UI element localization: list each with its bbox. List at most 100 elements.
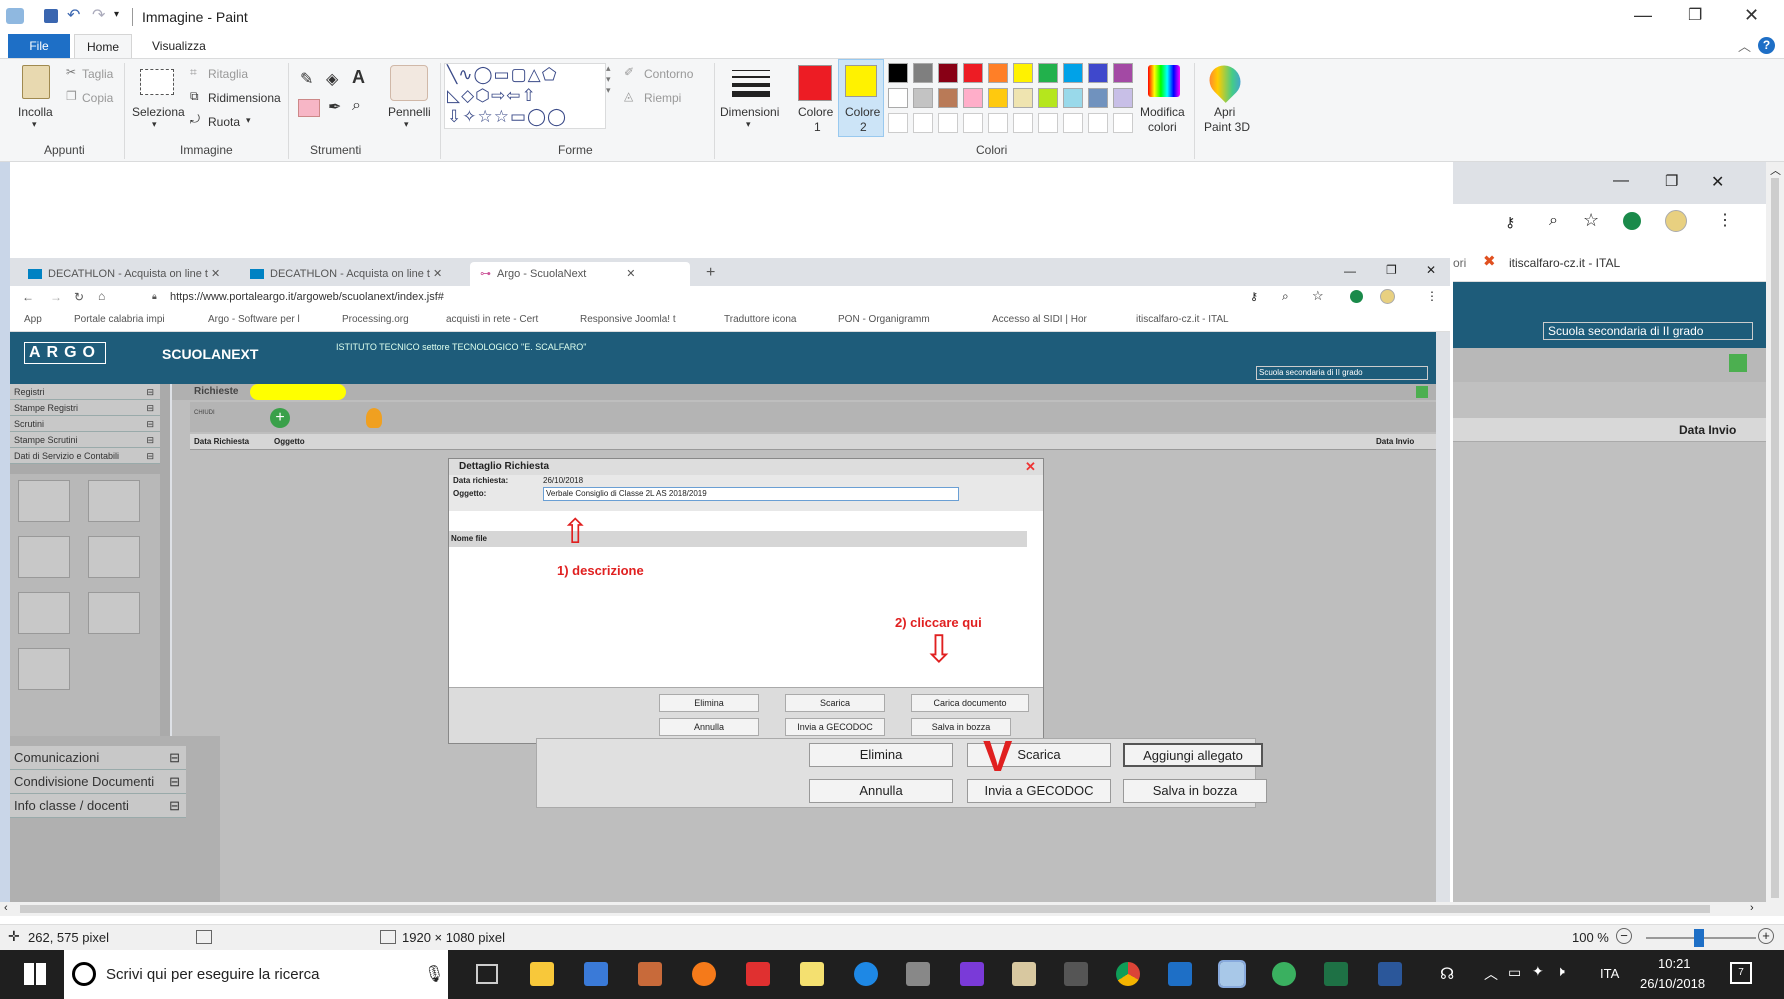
palette-swatch[interactable] [1063,88,1083,108]
paste-dropdown-icon[interactable]: ▾ [32,119,37,130]
palette-custom-swatch[interactable] [913,113,933,133]
clock-date[interactable]: 26/10/2018 [1640,976,1705,991]
edit-colors-icon[interactable] [1148,65,1180,97]
select-dropdown-icon[interactable]: ▾ [152,119,157,130]
copy-button[interactable]: Copia [82,91,113,105]
canvas-image[interactable]: — ❐ ✕ ⚷ ⌕ ☆ ⋮ ori ✖ itiscalfaro-cz.it - … [10,162,1767,902]
horizontal-scroll-thumb[interactable] [20,905,1710,913]
scroll-left-icon[interactable]: ‹ [4,902,8,914]
paint3d-icon[interactable] [1203,59,1247,103]
palette-swatch[interactable] [938,88,958,108]
palette-custom-swatch[interactable] [1013,113,1033,133]
word-icon[interactable] [1378,962,1402,986]
vertical-scroll-thumb[interactable] [1771,178,1779,898]
color-picker-icon[interactable]: ✒ [328,97,341,117]
store-icon[interactable] [584,962,608,986]
palette-swatch[interactable] [1088,88,1108,108]
palette-swatch[interactable] [1113,88,1133,108]
zoom-out-icon[interactable]: − [1616,928,1632,944]
palette-swatch[interactable] [1063,63,1083,83]
redo-icon[interactable]: ↷ [92,5,105,25]
palette-custom-swatch[interactable] [1113,113,1133,133]
eraser-icon[interactable] [298,99,320,117]
restore-button[interactable]: ❐ [1688,5,1702,25]
notepad-icon[interactable] [800,962,824,986]
palette-swatch[interactable] [888,63,908,83]
scroll-right-icon[interactable]: › [1750,902,1754,914]
shapes-scroll-icon[interactable]: ▴ ▾ ▾ [606,63,611,96]
vertical-scrollbar[interactable]: ︿ [1766,162,1784,916]
outline-icon[interactable]: ✐ [624,65,634,79]
palette-swatch[interactable] [913,88,933,108]
magnifier-icon[interactable]: ⌕ [352,97,361,115]
tab-view[interactable]: Visualizza [140,34,218,58]
excel-icon[interactable] [1324,962,1348,986]
tab-file[interactable]: File [8,34,70,58]
network-icon[interactable]: ▭ [1508,964,1521,981]
palette-custom-swatch[interactable] [1038,113,1058,133]
tab-home[interactable]: Home [74,34,133,58]
palette-custom-swatch[interactable] [1063,113,1083,133]
crop-icon[interactable]: ⌗ [190,65,197,80]
select-icon[interactable] [140,69,174,95]
fill-shape-button[interactable]: Riempi [644,91,681,105]
rotate-button[interactable]: Ruota [208,115,240,129]
zoom-in-icon[interactable]: + [1758,928,1774,944]
color1-swatch[interactable] [798,65,832,101]
text-icon[interactable]: A [352,67,365,88]
volume-icon[interactable]: 🕨︎ [1556,963,1565,980]
notifications-icon[interactable]: 7 [1730,962,1752,984]
palette-swatch[interactable] [1038,63,1058,83]
cut-button[interactable]: Taglia [82,67,113,81]
resize-icon[interactable]: ⧉ [190,89,199,104]
paint3d-button[interactable]: Apri [1214,105,1235,119]
app-icon-game[interactable] [638,962,662,986]
help-icon[interactable]: ? [1758,37,1775,54]
palette-swatch[interactable] [913,63,933,83]
tray-up-icon[interactable]: ︿ [1484,964,1498,984]
paint3d-button-line2[interactable]: Paint 3D [1204,120,1250,134]
outline-button[interactable]: Contorno [644,67,693,81]
collapse-ribbon-icon[interactable]: ︿ [1738,36,1751,55]
fill-icon[interactable]: ◈ [326,69,338,89]
edge-icon[interactable] [854,962,878,986]
paste-button[interactable]: Incolla [18,105,53,119]
horizontal-scrollbar[interactable]: ‹ › [0,902,1766,916]
edit-colors-button[interactable]: Modifica [1140,105,1185,119]
save-icon[interactable] [44,9,58,23]
pencil-icon[interactable]: ✎ [300,69,313,89]
paste-icon[interactable] [22,65,50,99]
palette-swatch[interactable] [1088,63,1108,83]
palette-custom-swatch[interactable] [988,113,1008,133]
palette-swatch[interactable] [1038,88,1058,108]
scroll-up-icon[interactable]: ︿ [1770,162,1781,178]
palette-swatch[interactable] [1013,88,1033,108]
pdf-icon[interactable] [746,962,770,986]
palette-swatch[interactable] [963,88,983,108]
zoom-slider-thumb[interactable] [1694,929,1704,947]
palette-swatch[interactable] [988,88,1008,108]
palette-custom-swatch[interactable] [938,113,958,133]
start-icon[interactable] [24,963,46,985]
outlook-icon[interactable] [1168,962,1192,986]
shapes-gallery[interactable]: ╲∿◯▭▢△⬠ ◺◇⬡⇨⇦⇧ ⇩✧☆☆▭◯◯ [444,63,606,129]
palette-swatch[interactable] [963,63,983,83]
palette-custom-swatch[interactable] [963,113,983,133]
size-button[interactable]: Dimensioni [720,105,779,119]
app-icon-purple[interactable] [960,962,984,986]
color2-swatch[interactable] [845,65,877,97]
select-button[interactable]: Seleziona [132,105,185,119]
palette-custom-swatch[interactable] [888,113,908,133]
copy-icon[interactable]: ❐ [66,89,77,103]
paint-taskbar-icon[interactable] [1218,960,1246,988]
language-indicator[interactable]: ITA [1600,966,1619,981]
color2-label[interactable]: Colore [845,105,880,119]
crop-button[interactable]: Ritaglia [208,67,248,81]
dropbox-icon[interactable]: ✦ [1532,963,1544,980]
firefox-icon[interactable] [692,962,716,986]
palette-swatch[interactable] [988,63,1008,83]
brushes-button[interactable]: Pennelli [388,105,431,119]
brushes-icon[interactable] [390,65,428,101]
app-icon-hand[interactable] [1012,962,1036,986]
qat-dropdown-icon[interactable]: ▾ [114,9,119,20]
